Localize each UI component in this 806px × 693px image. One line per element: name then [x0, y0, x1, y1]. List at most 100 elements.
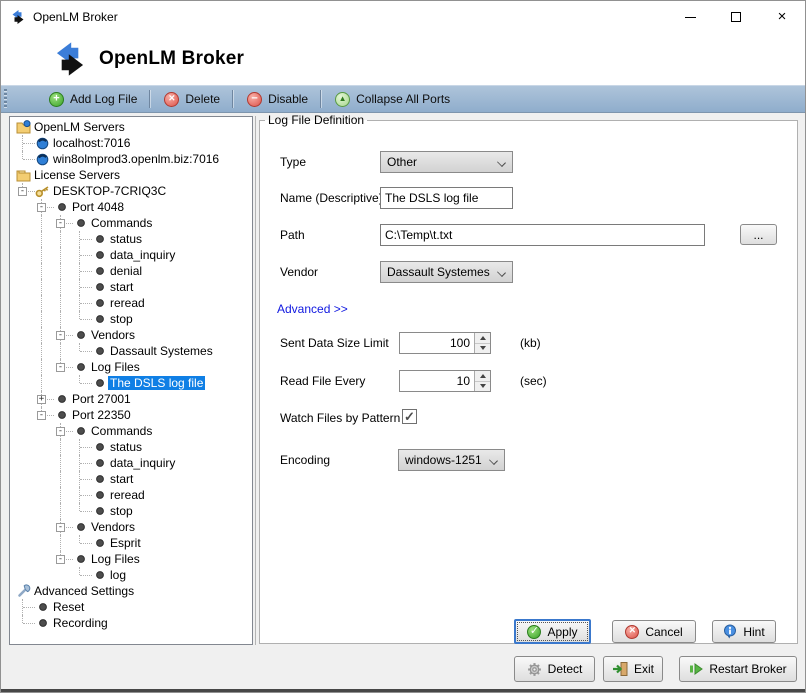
encoding-row: Encoding windows-1251 [260, 449, 797, 471]
apply-button[interactable]: ✓ Apply [514, 619, 591, 644]
tree-item-recording[interactable]: Recording [10, 615, 252, 631]
tree-item-label: Log Files [89, 552, 142, 566]
tree-guide-line [41, 263, 42, 279]
spin-up-button[interactable] [475, 333, 490, 344]
collapse-toggle-icon[interactable]: - [56, 555, 65, 564]
watch-files-checkbox[interactable] [402, 409, 417, 424]
sent-limit-label: Sent Data Size Limit [280, 336, 389, 350]
tree-item-denial[interactable]: denial [10, 263, 252, 279]
tree-item-label: data_inquiry [108, 248, 177, 262]
tree-item-start[interactable]: start [10, 471, 252, 487]
delete-button[interactable]: × Delete [155, 88, 229, 111]
collapse-toggle-icon[interactable]: - [37, 411, 46, 420]
maximize-button[interactable] [713, 1, 759, 33]
chevron-down-icon [490, 457, 497, 464]
type-label: Type [280, 155, 306, 169]
bullet-icon [92, 440, 107, 454]
tree-item-reread[interactable]: reread [10, 295, 252, 311]
tree-item-license-servers[interactable]: License Servers [10, 167, 252, 183]
tree-item-port-27001[interactable]: +Port 27001 [10, 391, 252, 407]
toolbar-separator [320, 90, 321, 108]
vendor-dropdown[interactable]: Dassault Systemes [380, 261, 513, 283]
tree-item-localhost-7016[interactable]: localhost:7016 [10, 135, 252, 151]
collapse-toggle-icon[interactable]: - [56, 331, 65, 340]
tree-item-openlm-servers[interactable]: OpenLM Servers [10, 119, 252, 135]
tree-connector [79, 311, 80, 319]
spin-up-button[interactable] [475, 371, 490, 382]
collapse-toggle-icon[interactable]: - [18, 187, 27, 196]
add-log-file-button[interactable]: + Add Log File [40, 88, 146, 111]
tree-item-data-inquiry[interactable]: data_inquiry [10, 455, 252, 471]
watch-pattern-label: Watch Files by Pattern [280, 411, 400, 425]
encoding-label: Encoding [280, 453, 330, 467]
bullet-icon [92, 248, 107, 262]
collapse-toggle-icon[interactable]: - [37, 203, 46, 212]
expand-toggle-icon[interactable]: + [37, 395, 46, 404]
encoding-value: windows-1251 [405, 453, 482, 467]
collapse-toggle-icon[interactable]: - [56, 219, 65, 228]
tree-item-vendors[interactable]: -Vendors [10, 327, 252, 343]
tree-item-vendors[interactable]: -Vendors [10, 519, 252, 535]
sent-limit-spinner[interactable]: 100 [399, 332, 491, 354]
bullet-icon [73, 328, 88, 342]
tree-item-esprit[interactable]: Esprit [10, 535, 252, 551]
tree-item-win8olmprod3-openlm-biz-7016[interactable]: win8olmprod3.openlm.biz:7016 [10, 151, 252, 167]
tree-item-dassault-systemes[interactable]: Dassault Systemes [10, 343, 252, 359]
cancel-button[interactable]: × Cancel [612, 620, 696, 643]
spin-down-button[interactable] [475, 344, 490, 354]
collapse-circle-icon: ▲ [335, 92, 350, 107]
tree-item-stop[interactable]: stop [10, 311, 252, 327]
restart-broker-label: Restart Broker [709, 662, 786, 676]
collapse-all-ports-button[interactable]: ▲ Collapse All Ports [326, 88, 459, 111]
tree-item-status[interactable]: status [10, 231, 252, 247]
arrow-up-icon [480, 374, 486, 378]
tree-item-label: Port 4048 [70, 200, 126, 214]
collapse-toggle-icon[interactable]: - [56, 523, 65, 532]
hint-label: Hint [743, 625, 764, 639]
read-every-spinner[interactable]: 10 [399, 370, 491, 392]
toolbar-grip[interactable] [4, 89, 7, 109]
browse-button[interactable]: ... [740, 224, 777, 245]
panel-splitter[interactable] [255, 116, 256, 645]
spin-down-button[interactable] [475, 382, 490, 392]
tree-item-log[interactable]: log [10, 567, 252, 583]
tree-item-data-inquiry[interactable]: data_inquiry [10, 247, 252, 263]
tree-item-stop[interactable]: stop [10, 503, 252, 519]
name-input[interactable] [380, 187, 513, 209]
tree-item-commands[interactable]: -Commands [10, 423, 252, 439]
tree-item-log-files[interactable]: -Log Files [10, 359, 252, 375]
tree-item-commands[interactable]: -Commands [10, 215, 252, 231]
tree-item-desktop-7criq3c[interactable]: -DESKTOP-7CRIQ3C [10, 183, 252, 199]
hint-button[interactable]: Hint [712, 620, 776, 643]
app-title: OpenLM Broker [99, 48, 244, 70]
exit-button[interactable]: Exit [603, 656, 663, 682]
type-dropdown[interactable]: Other [380, 151, 513, 173]
tree-connector [23, 607, 35, 608]
title-bar: OpenLM Broker × [1, 1, 805, 33]
path-row: Path ... [260, 224, 797, 246]
close-button[interactable]: × [759, 1, 805, 33]
tree-item-reset[interactable]: Reset [10, 599, 252, 615]
restart-broker-button[interactable]: Restart Broker [679, 656, 797, 682]
tree-item-the-dsls-log-file[interactable]: The DSLS log file [10, 375, 252, 391]
tree-item-start[interactable]: start [10, 279, 252, 295]
tree-item-advanced-settings[interactable]: Advanced Settings [10, 583, 252, 599]
tree-item-port-4048[interactable]: - Port 4048 [10, 199, 252, 215]
tree-item-port-22350[interactable]: -Port 22350 [10, 407, 252, 423]
tree-connector [80, 447, 92, 448]
tree-connector [23, 159, 35, 160]
tree-item-status[interactable]: status [10, 439, 252, 455]
tree-item-reread[interactable]: reread [10, 487, 252, 503]
collapse-toggle-icon[interactable]: - [56, 363, 65, 372]
tree-item-log-files[interactable]: - Log Files [10, 551, 252, 567]
collapse-toggle-icon[interactable]: - [56, 427, 65, 436]
encoding-dropdown[interactable]: windows-1251 [398, 449, 505, 471]
tree-guide-line [60, 439, 61, 455]
detect-button[interactable]: Detect [514, 656, 595, 682]
advanced-link[interactable]: Advanced >> [277, 302, 348, 316]
minimize-button[interactable] [667, 1, 713, 33]
openlm-logo-icon [50, 40, 90, 78]
path-input[interactable] [380, 224, 705, 246]
tree-guide-line [60, 535, 61, 551]
disable-button[interactable]: − Disable [238, 88, 317, 111]
